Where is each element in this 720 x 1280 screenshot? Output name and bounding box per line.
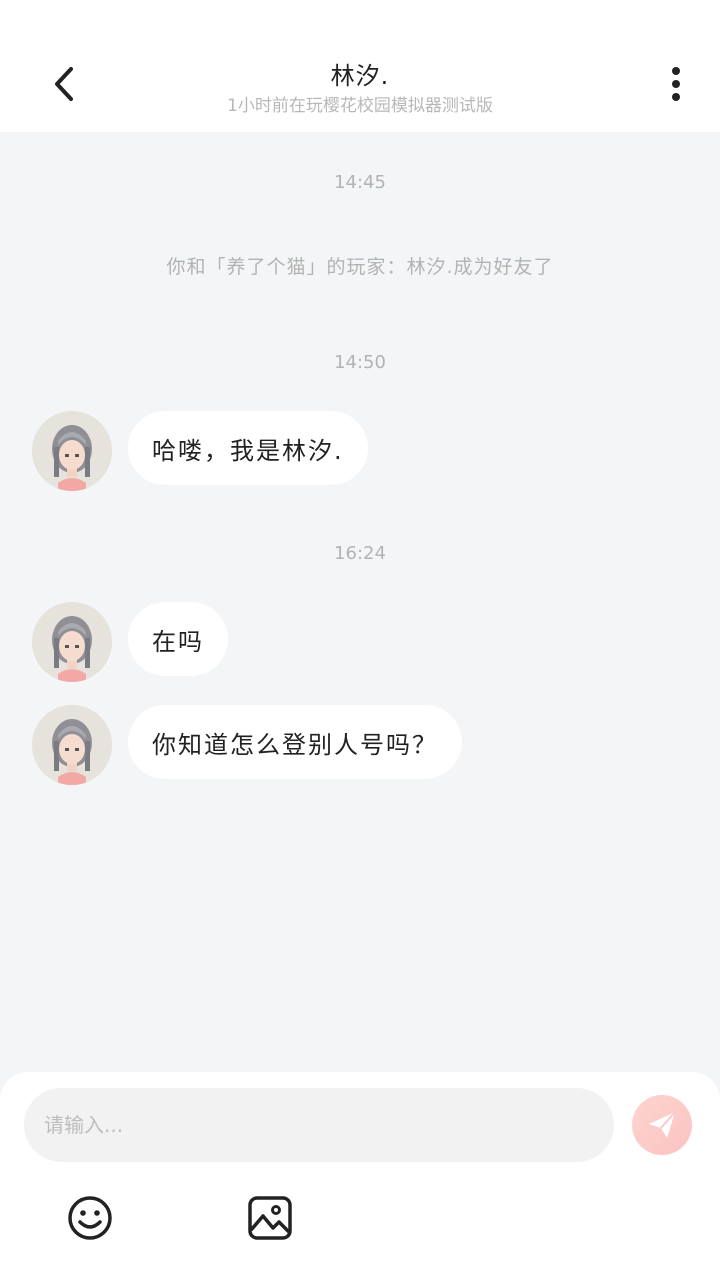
paper-plane-icon [649,1111,676,1138]
message-bubble[interactable]: 在吗 [128,602,228,676]
avatar[interactable] [32,705,112,785]
emoji-button[interactable] [66,1194,114,1242]
message-row: 哈喽，我是林汐. [32,411,368,491]
timestamp: 14:45 [334,172,386,193]
message-input[interactable] [24,1088,614,1162]
more-vertical-icon [672,80,680,88]
message-composer [0,1072,720,1280]
system-notice: 你和「养了个猫」的玩家：林汐.成为好友了 [166,256,554,278]
send-button[interactable] [632,1095,692,1155]
avatar[interactable] [32,602,112,682]
chat-screen: 林汐. 1小时前在玩樱花校园模拟器测试版 14:45 你和「养了个猫」的玩家：林… [0,0,720,1280]
more-vertical-icon [672,67,680,75]
message-row: 在吗 [32,602,228,682]
avatar[interactable] [32,411,112,491]
smiley-icon [68,1196,112,1240]
image-icon [248,1196,292,1240]
avatar-image [32,411,112,491]
contact-name: 林汐. [330,62,390,90]
avatar-image [32,602,112,682]
more-vertical-icon [672,93,680,101]
message-bubble[interactable]: 你知道怎么登别人号吗？ [128,705,462,779]
message-bubble[interactable]: 哈喽，我是林汐. [128,411,368,485]
message-row: 你知道怎么登别人号吗？ [32,705,462,785]
chat-header: 林汐. 1小时前在玩樱花校园模拟器测试版 [0,0,720,132]
more-options-button[interactable] [658,62,694,106]
timestamp: 16:24 [334,543,386,564]
contact-status: 1小时前在玩樱花校园模拟器测试版 [227,96,493,116]
avatar-image [32,705,112,785]
image-button[interactable] [246,1194,294,1242]
timestamp: 14:50 [334,352,386,373]
